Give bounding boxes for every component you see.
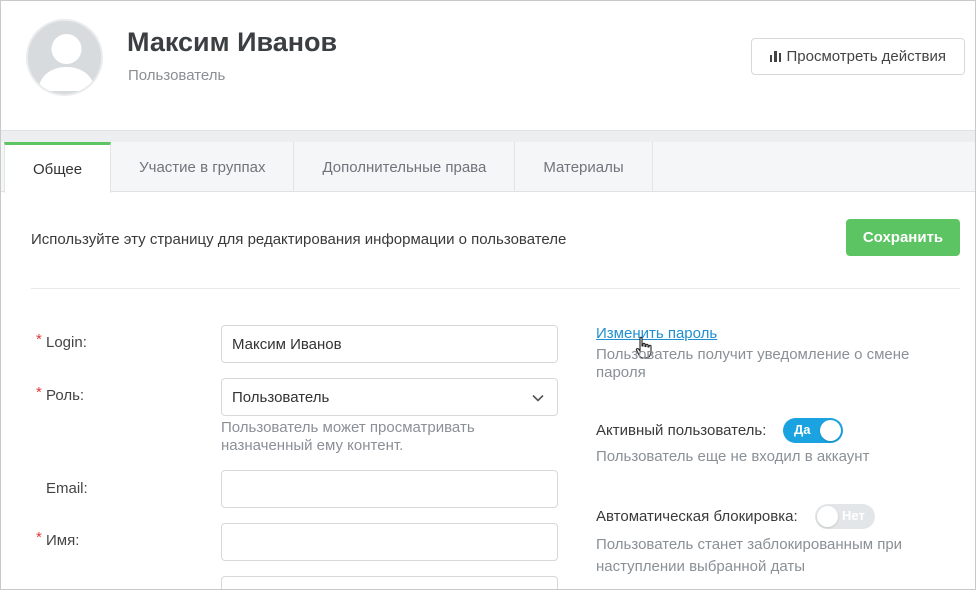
change-password-hint: Пользователь получит уведомление о смене… bbox=[596, 346, 910, 381]
last-name-input[interactable] bbox=[221, 576, 558, 589]
user-name: Максим Иванов bbox=[127, 27, 338, 57]
user-role: Пользователь bbox=[128, 67, 226, 84]
email-input[interactable] bbox=[221, 470, 558, 508]
auto-block-label: Автоматическая блокировка: bbox=[596, 508, 798, 525]
required-marker: * bbox=[36, 529, 42, 546]
login-label: Login: bbox=[46, 334, 87, 351]
save-button[interactable]: Сохранить bbox=[846, 219, 960, 256]
active-user-toggle-text: Да bbox=[794, 422, 811, 437]
tab-general[interactable]: Общее bbox=[4, 142, 112, 193]
view-actions-label: Просмотреть действия bbox=[786, 48, 946, 65]
required-marker: * bbox=[36, 384, 42, 401]
login-input[interactable]: Максим Иванов bbox=[221, 325, 558, 363]
auto-block-toggle[interactable]: Нет bbox=[815, 504, 875, 529]
auto-block-toggle-text: Нет bbox=[842, 508, 865, 523]
tab-group-membership[interactable]: Участие в группах bbox=[111, 142, 295, 192]
page-frame: Максим Иванов Пользователь Просмотреть д… bbox=[0, 0, 976, 590]
role-select-value: Пользователь bbox=[232, 388, 330, 406]
profile-header: Максим Иванов Пользователь Просмотреть д… bbox=[1, 1, 975, 131]
first-name-input[interactable] bbox=[221, 523, 558, 561]
chevron-down-icon bbox=[532, 394, 544, 402]
role-label: Роль: bbox=[46, 387, 85, 404]
tab-bar: Общее Участие в группах Дополнительные п… bbox=[1, 142, 975, 193]
tab-materials[interactable]: Материалы bbox=[515, 142, 653, 192]
view-actions-button[interactable]: Просмотреть действия bbox=[751, 38, 965, 75]
active-user-label: Активный пользователь: bbox=[596, 422, 767, 439]
bar-chart-icon bbox=[769, 51, 782, 62]
avatar bbox=[26, 19, 103, 96]
auto-block-hint: Пользователь станет заблокированным при … bbox=[596, 536, 903, 575]
user-silhouette-icon bbox=[38, 34, 95, 91]
divider bbox=[31, 288, 960, 289]
header-separator bbox=[1, 131, 975, 142]
role-select[interactable]: Пользователь bbox=[221, 378, 558, 416]
email-label: Email: bbox=[46, 480, 88, 497]
required-marker: * bbox=[36, 331, 42, 348]
tab-additional-rights[interactable]: Дополнительные права bbox=[294, 142, 516, 192]
toggle-knob bbox=[817, 506, 838, 527]
first-name-label: Имя: bbox=[46, 532, 80, 549]
active-user-hint: Пользователь еще не входил в аккаунт bbox=[596, 448, 870, 465]
change-password-link[interactable]: Изменить пароль bbox=[596, 325, 717, 342]
active-user-toggle[interactable]: Да bbox=[783, 418, 843, 443]
role-hint: Пользователь может просматривать назначе… bbox=[221, 419, 475, 454]
toggle-knob bbox=[820, 420, 841, 441]
page-description: Используйте эту страницу для редактирова… bbox=[31, 231, 567, 248]
